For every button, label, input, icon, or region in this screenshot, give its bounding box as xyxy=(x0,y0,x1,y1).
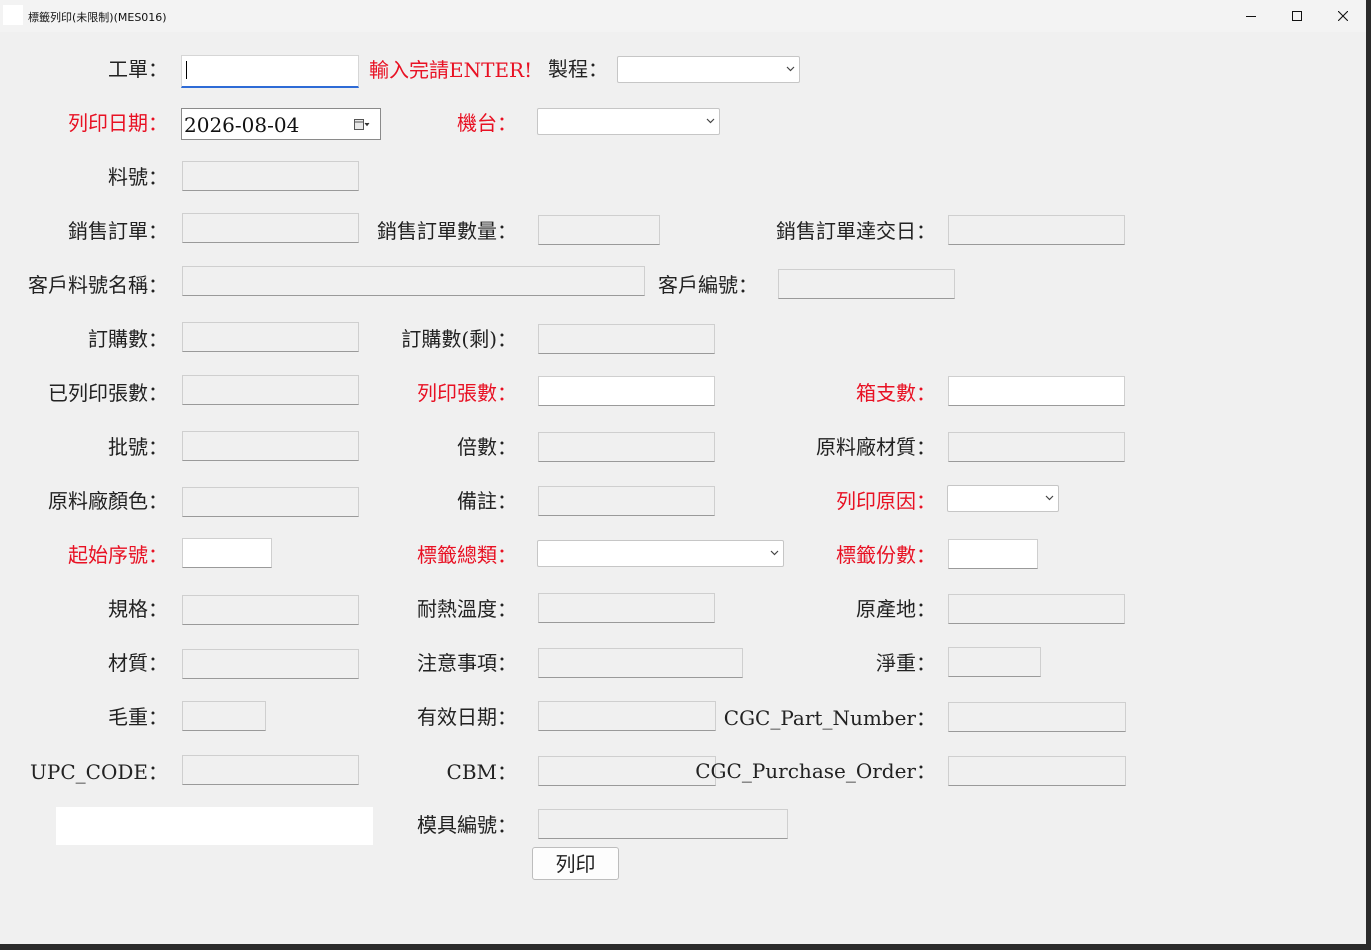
print-button[interactable]: 列印 xyxy=(532,847,619,880)
cgc-purchase-order-label: CGC_Purchase_Order： xyxy=(695,759,936,783)
origin-input[interactable] xyxy=(948,594,1125,624)
enter-hint: 輸入完請ENTER! xyxy=(369,58,533,82)
sales-order-due-label: 銷售訂單達交日： xyxy=(776,219,936,243)
maximize-button[interactable] xyxy=(1274,0,1320,32)
upc-code-input[interactable] xyxy=(182,755,359,785)
heat-temp-input[interactable] xyxy=(538,593,715,623)
main-window: 標籤列印(未限制)(MES016) 工單： 輸入完請ENTER! 製程： 列印日… xyxy=(0,0,1366,944)
gross-weight-input[interactable] xyxy=(182,701,266,731)
expiry-date-input[interactable] xyxy=(538,701,716,731)
cbm-label: CBM： xyxy=(446,760,517,784)
mold-no-label: 模具編號： xyxy=(417,813,517,837)
remark-label: 備註： xyxy=(457,489,517,513)
close-icon xyxy=(1338,11,1348,21)
chevron-down-icon xyxy=(786,66,795,72)
net-weight-input[interactable] xyxy=(948,647,1041,677)
calendar-icon[interactable] xyxy=(354,119,370,130)
box-count-input[interactable] xyxy=(948,376,1125,406)
print-date-value: 2026-08-04 xyxy=(184,113,300,137)
cbm-input[interactable] xyxy=(538,756,716,786)
part-no-input[interactable] xyxy=(182,161,359,191)
sales-order-label: 銷售訂單： xyxy=(68,219,168,243)
upc-code-label: UPC_CODE： xyxy=(30,760,168,784)
print-count-input[interactable] xyxy=(538,376,715,406)
multiple-label: 倍數： xyxy=(457,435,517,459)
sales-order-qty-label: 銷售訂單數量： xyxy=(377,219,517,243)
process-dropdown[interactable] xyxy=(617,56,800,83)
cgc-purchase-order-input[interactable] xyxy=(948,756,1126,786)
spec-label: 規格： xyxy=(108,597,168,621)
machine-dropdown[interactable] xyxy=(537,108,720,135)
chevron-down-icon xyxy=(706,118,715,124)
print-date-label: 列印日期： xyxy=(68,111,168,135)
caution-input[interactable] xyxy=(538,648,743,678)
label-type-label: 標籤總類： xyxy=(417,543,517,567)
part-no-label: 料號： xyxy=(108,165,168,189)
minimize-icon xyxy=(1246,16,1256,17)
close-button[interactable] xyxy=(1320,0,1366,32)
text-caret xyxy=(186,61,187,79)
customer-no-label: 客戶編號： xyxy=(658,273,758,297)
cgc-part-number-label: CGC_Part_Number： xyxy=(723,706,936,730)
label-type-dropdown[interactable] xyxy=(537,540,784,567)
label-copies-input[interactable] xyxy=(948,539,1038,569)
blank-panel xyxy=(56,807,373,845)
customer-part-name-label: 客戶料號名稱： xyxy=(28,273,168,297)
work-order-input[interactable] xyxy=(181,55,359,88)
spec-input[interactable] xyxy=(182,595,359,625)
raw-color-input[interactable] xyxy=(182,487,359,517)
customer-no-input[interactable] xyxy=(778,269,955,299)
window-title: 標籤列印(未限制)(MES016) xyxy=(28,11,167,24)
print-reason-dropdown[interactable] xyxy=(947,485,1059,512)
net-weight-label: 淨重： xyxy=(876,651,936,675)
cgc-part-number-input[interactable] xyxy=(948,702,1126,732)
chevron-down-icon xyxy=(770,550,779,556)
mold-no-input[interactable] xyxy=(538,809,788,839)
start-serial-label: 起始序號： xyxy=(68,543,168,567)
machine-label: 機台： xyxy=(457,111,517,135)
expiry-date-label: 有效日期： xyxy=(417,705,517,729)
process-label: 製程： xyxy=(548,57,608,81)
title-bar: 標籤列印(未限制)(MES016) xyxy=(0,0,1366,32)
print-reason-label: 列印原因： xyxy=(836,489,936,513)
multiple-input[interactable] xyxy=(538,432,715,462)
start-serial-input[interactable] xyxy=(182,538,272,568)
order-qty-remain-input[interactable] xyxy=(538,324,715,354)
raw-material-input[interactable] xyxy=(948,432,1125,462)
sales-order-qty-input[interactable] xyxy=(538,215,660,245)
raw-color-label: 原料廠顏色： xyxy=(48,489,168,513)
work-order-label: 工單： xyxy=(108,57,168,81)
box-count-label: 箱支數： xyxy=(856,381,936,405)
gross-weight-label: 毛重： xyxy=(108,705,168,729)
caution-label: 注意事項： xyxy=(417,651,517,675)
sales-order-input[interactable] xyxy=(182,213,359,243)
chevron-down-icon xyxy=(1045,495,1054,501)
sales-order-due-input[interactable] xyxy=(948,215,1125,245)
order-qty-remain-label: 訂購數(剩)： xyxy=(401,327,517,351)
material-input[interactable] xyxy=(182,649,359,679)
order-qty-input[interactable] xyxy=(182,322,359,352)
printed-count-label: 已列印張數： xyxy=(48,381,168,405)
lot-no-label: 批號： xyxy=(108,435,168,459)
remark-input[interactable] xyxy=(538,486,715,516)
origin-label: 原產地： xyxy=(856,597,936,621)
app-icon xyxy=(3,5,23,25)
order-qty-label: 訂購數： xyxy=(88,327,168,351)
minimize-button[interactable] xyxy=(1228,0,1274,32)
lot-no-input[interactable] xyxy=(182,431,359,461)
maximize-icon xyxy=(1292,11,1302,21)
print-date-picker[interactable]: 2026-08-04 xyxy=(181,108,381,140)
heat-temp-label: 耐熱溫度： xyxy=(417,597,517,621)
customer-part-name-input[interactable] xyxy=(182,266,645,296)
label-copies-label: 標籤份數： xyxy=(836,543,936,567)
material-label: 材質： xyxy=(108,651,168,675)
printed-count-input[interactable] xyxy=(182,375,359,405)
raw-material-label: 原料廠材質： xyxy=(816,435,936,459)
print-count-label: 列印張數： xyxy=(417,381,517,405)
